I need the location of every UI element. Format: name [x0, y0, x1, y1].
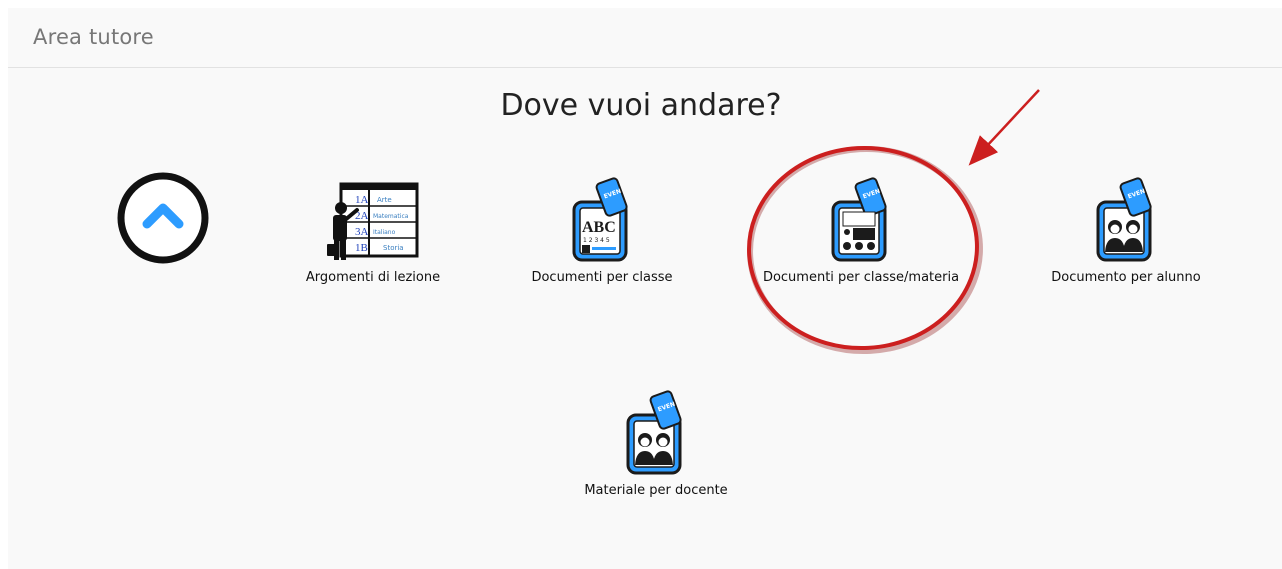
tile-label: Documenti per classe/materia: [762, 270, 960, 285]
svg-text:1 2 3 4 5: 1 2 3 4 5: [583, 237, 610, 244]
lesson-board-icon: 1A 2A 3A 1B Arte Matematica Italiano Sto…: [327, 182, 419, 260]
abc-document-icon: EVEN ABC 1 2 3 4 5: [572, 177, 628, 262]
tile-label: Documento per alunno: [1051, 270, 1201, 285]
main-question: Dove vuoi andare?: [500, 88, 782, 123]
svg-text:1A: 1A: [355, 194, 369, 206]
chevron-up-icon: [117, 172, 209, 264]
svg-text:Italiano: Italiano: [373, 229, 396, 236]
tile-argomenti-di-lezione[interactable]: 1A 2A 3A 1B Arte Matematica Italiano Sto…: [258, 178, 488, 285]
tile-documenti-per-classe[interactable]: EVEN ABC 1 2 3 4 5 Documenti per classe: [487, 172, 717, 285]
page-title: Area tutore: [33, 25, 154, 49]
tile-label: Materiale per docente: [584, 483, 728, 498]
tile-documenti-per-classe-materia[interactable]: EVEN Documenti per classe/materia: [746, 172, 976, 285]
class-subject-document-icon: EVEN: [831, 177, 887, 262]
teacher-document-icon: EVEN: [626, 390, 682, 475]
svg-text:Matematica: Matematica: [373, 213, 409, 220]
tile-materiale-per-docente[interactable]: EVEN Materiale per docente: [541, 385, 771, 498]
svg-text:3A: 3A: [355, 226, 369, 238]
svg-text:Arte: Arte: [377, 196, 392, 204]
tile-label: Argomenti di lezione: [305, 270, 441, 285]
back-button[interactable]: [116, 171, 210, 265]
tile-label: Documenti per classe: [531, 270, 673, 285]
svg-text:ABC: ABC: [582, 219, 616, 236]
tile-documento-per-alunno[interactable]: EVEN Documento per alunno: [1011, 172, 1241, 285]
svg-text:1B: 1B: [355, 242, 368, 254]
student-document-icon: EVEN: [1096, 177, 1152, 262]
svg-text:Storia: Storia: [383, 244, 404, 252]
page-header: Area tutore: [8, 8, 1282, 68]
